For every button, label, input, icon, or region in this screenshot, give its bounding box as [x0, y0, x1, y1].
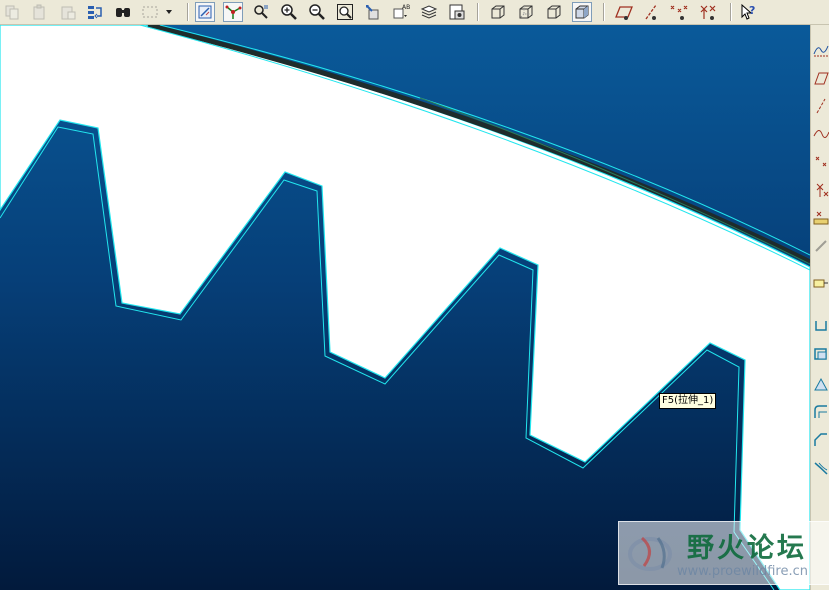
datum-plane-tool-icon[interactable]: [812, 41, 829, 58]
wireframe-icon[interactable]: [488, 2, 508, 22]
refit-icon[interactable]: [335, 2, 355, 22]
select-box-icon[interactable]: [140, 2, 160, 22]
view-manager-2-icon[interactable]: [447, 2, 467, 22]
watermark-title: 野火论坛: [687, 533, 807, 564]
datum-planes-icon[interactable]: [612, 2, 636, 22]
forum-logo-icon: [628, 536, 672, 571]
datum-display-icon[interactable]: [195, 2, 215, 22]
sketch-tool-icon[interactable]: [812, 237, 829, 254]
axis-tool-icon[interactable]: [812, 97, 829, 114]
chamfer-tool-icon[interactable]: [812, 431, 829, 448]
layers-icon[interactable]: [419, 2, 439, 22]
regenerate-icon[interactable]: [85, 2, 105, 22]
main-toolbar: AB ?: [0, 0, 829, 25]
no-hidden-icon[interactable]: [544, 2, 564, 22]
paste-special-icon[interactable]: [58, 2, 78, 22]
analysis-tool-icon[interactable]: [812, 209, 829, 226]
svg-text:AB: AB: [402, 4, 410, 11]
rib-tool-icon[interactable]: [812, 459, 829, 476]
sweep-tool-icon[interactable]: [812, 345, 829, 362]
shading-icon[interactable]: [572, 2, 592, 22]
csys-tool-icon[interactable]: [812, 181, 829, 198]
datum-axes-icon[interactable]: [640, 2, 664, 22]
forum-watermark: 野火论坛 www.proewildfire.cn: [618, 521, 829, 585]
context-help-icon[interactable]: ?: [738, 2, 758, 22]
paste-icon[interactable]: [30, 2, 50, 22]
view-manager-icon[interactable]: [251, 2, 271, 22]
saved-views-icon[interactable]: AB: [391, 2, 411, 22]
draft-tool-icon[interactable]: [812, 375, 829, 392]
dropdown-arrow-icon[interactable]: [163, 2, 175, 22]
spin-center-icon[interactable]: [223, 2, 243, 22]
feature-tooltip: F5(拉伸_1): [659, 393, 717, 409]
find-icon[interactable]: [113, 2, 133, 22]
watermark-url: www.proewildfire.cn: [677, 564, 808, 579]
point-tool-icon[interactable]: [812, 153, 829, 170]
extrude-tool-icon[interactable]: [812, 275, 829, 292]
zoom-in-icon[interactable]: [279, 2, 299, 22]
coordinate-systems-icon[interactable]: [696, 2, 720, 22]
gear-model-view[interactable]: [0, 25, 810, 590]
zoom-out-icon[interactable]: [307, 2, 327, 22]
plane-tool-icon[interactable]: [812, 69, 829, 86]
hidden-line-icon[interactable]: [516, 2, 536, 22]
curve-tool-icon[interactable]: [812, 125, 829, 142]
reorient-icon[interactable]: [363, 2, 383, 22]
round-tool-icon[interactable]: [812, 403, 829, 420]
svg-text:?: ?: [749, 4, 755, 17]
revolve-tool-icon[interactable]: [812, 317, 829, 334]
datum-points-icon[interactable]: [668, 2, 692, 22]
graphics-viewport[interactable]: F5(拉伸_1): [0, 25, 810, 590]
feature-toolbar: [810, 25, 829, 590]
copy-icon[interactable]: [2, 2, 22, 22]
